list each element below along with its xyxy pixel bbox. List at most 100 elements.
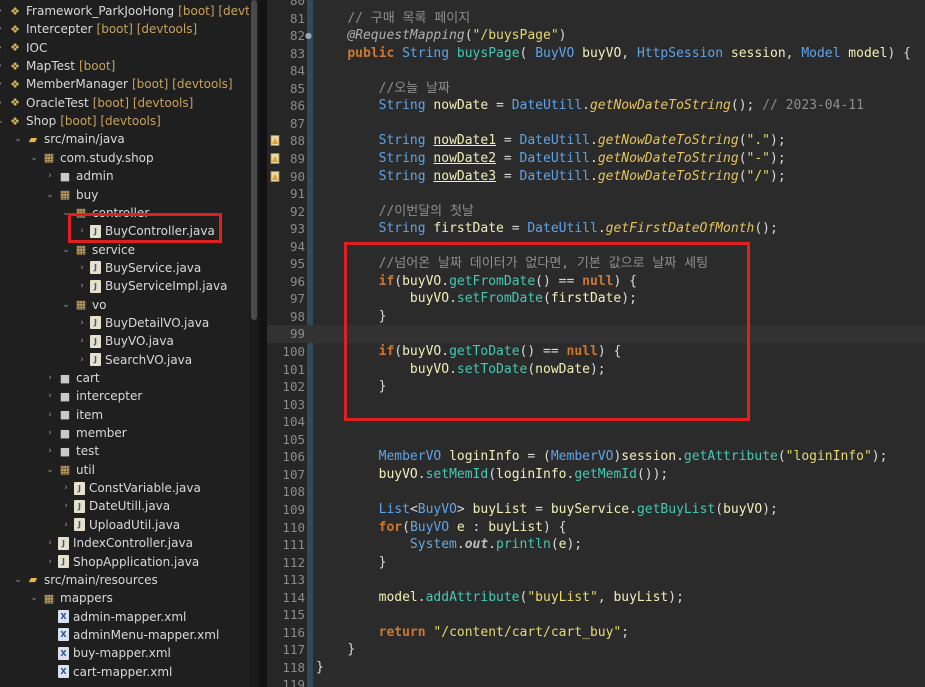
- code-line[interactable]: 108: [267, 483, 925, 501]
- code-line[interactable]: 88 String nowDate1 = DateUtill.getNowDat…: [267, 132, 925, 150]
- chevron-down-icon[interactable]: ⌄: [44, 190, 56, 200]
- warning-lightbulb-icon[interactable]: [270, 170, 281, 183]
- tree-item-mappers[interactable]: ⌄ ▦ mappers: [28, 589, 113, 607]
- code-line[interactable]: 80: [267, 0, 925, 10]
- code-line[interactable]: 84: [267, 62, 925, 80]
- tree-item-buydetailvo-java[interactable]: › J BuyDetailVO.java: [76, 314, 209, 332]
- chevron-right-icon[interactable]: ›: [0, 61, 6, 71]
- code-editor[interactable]: 80 81 // 구매 목록 페이지 82 ● @RequestMapping("/b…: [267, 0, 925, 687]
- chevron-right-icon[interactable]: ›: [76, 355, 88, 365]
- chevron-right-icon[interactable]: ›: [44, 391, 56, 401]
- tree-item-buyservice-java[interactable]: › J BuyService.java: [76, 259, 201, 277]
- tree-item-admin[interactable]: › ■ admin: [44, 167, 113, 185]
- panel-divider[interactable]: [259, 0, 267, 687]
- tree-item-shop[interactable]: ⌄ ❖ Shop[boot] [devtools]: [0, 112, 161, 130]
- chevron-right-icon[interactable]: ›: [0, 98, 6, 108]
- code-line[interactable]: 87: [267, 115, 925, 133]
- chevron-right-icon[interactable]: ›: [60, 501, 72, 511]
- chevron-down-icon[interactable]: ⌄: [60, 300, 72, 310]
- chevron-down-icon[interactable]: ⌄: [60, 245, 72, 255]
- chevron-right-icon[interactable]: ›: [44, 410, 56, 420]
- chevron-down-icon[interactable]: ⌄: [0, 116, 6, 126]
- code-line[interactable]: 86 String nowDate = DateUtill.getNowDate…: [267, 97, 925, 115]
- code-line[interactable]: 103: [267, 396, 925, 414]
- code-line[interactable]: 92 //이번달의 첫날: [267, 203, 925, 221]
- code-line[interactable]: 100 if(buyVO.getToDate() == null) {: [267, 343, 925, 361]
- code-line[interactable]: 98 }: [267, 308, 925, 326]
- chevron-down-icon[interactable]: ⌄: [12, 575, 24, 585]
- code-line[interactable]: 102 }: [267, 378, 925, 396]
- code-line[interactable]: 114 model.addAttribute("buyList", buyLis…: [267, 589, 925, 607]
- chevron-right-icon[interactable]: ›: [60, 483, 72, 493]
- tree-item-test[interactable]: › ■ test: [44, 442, 99, 460]
- chevron-right-icon[interactable]: ›: [0, 43, 6, 53]
- tree-item-com-study-shop[interactable]: ⌄ ▦ com.study.shop: [28, 149, 153, 167]
- chevron-right-icon[interactable]: ›: [44, 171, 56, 181]
- tree-item-service[interactable]: ⌄ ▦ service: [60, 241, 135, 259]
- code-line[interactable]: 119: [267, 676, 925, 687]
- tree-item-member[interactable]: › ■ member: [44, 424, 127, 442]
- tree-item-cart[interactable]: › ■ cart: [44, 369, 99, 387]
- chevron-right-icon[interactable]: ›: [0, 79, 6, 89]
- code-line[interactable]: 111 System.out.println(e);: [267, 536, 925, 554]
- project-explorer-scrollbar[interactable]: [249, 0, 259, 687]
- code-line[interactable]: 105: [267, 431, 925, 449]
- code-line[interactable]: 110 for(BuyVO e : buyList) {: [267, 519, 925, 537]
- tree-item-framework-parkjoohong[interactable]: › ❖ Framework_ParkJooHong[boot] [devtools]: [0, 2, 249, 20]
- tree-item-buycontroller-java[interactable]: › J BuyController.java: [76, 222, 215, 240]
- scrollbar-thumb[interactable]: [251, 0, 257, 320]
- code-line[interactable]: 116 return "/content/cart/cart_buy";: [267, 624, 925, 642]
- tree-item-src-main-java[interactable]: ⌄ ▰ src/main/java: [12, 130, 125, 148]
- chevron-right-icon[interactable]: ›: [0, 24, 6, 34]
- tree-item-item[interactable]: › ■ item: [44, 406, 103, 424]
- code-line[interactable]: 81 // 구매 목록 페이지: [267, 10, 925, 28]
- chevron-right-icon[interactable]: ›: [76, 318, 88, 328]
- chevron-right-icon[interactable]: ›: [44, 538, 56, 548]
- code-line[interactable]: 101 buyVO.setToDate(nowDate);: [267, 361, 925, 379]
- code-line[interactable]: 83 public String buysPage( BuyVO buyVO, …: [267, 45, 925, 63]
- code-line[interactable]: 97 buyVO.setFromDate(firstDate);: [267, 290, 925, 308]
- tree-item-vo[interactable]: ⌄ ▦ vo: [60, 296, 106, 314]
- tree-item-constvariable-java[interactable]: › J ConstVariable.java: [60, 479, 201, 497]
- tree-item-intercepter[interactable]: › ■ intercepter: [44, 387, 142, 405]
- code-line[interactable]: 107 buyVO.setMemId(loginInfo.getMemId())…: [267, 466, 925, 484]
- tree-item-buy-mapper-xml[interactable]: Xbuy-mapper.xml: [44, 644, 171, 662]
- warning-lightbulb-icon[interactable]: [270, 135, 281, 147]
- code-line[interactable]: 94: [267, 238, 925, 256]
- tree-item-indexcontroller-java[interactable]: › J IndexController.java: [44, 534, 193, 552]
- code-line[interactable]: 89 String nowDate2 = DateUtill.getNowDat…: [267, 150, 925, 168]
- chevron-down-icon[interactable]: ⌄: [28, 593, 40, 603]
- chevron-right-icon[interactable]: ›: [44, 446, 56, 456]
- chevron-right-icon[interactable]: ›: [44, 373, 56, 383]
- chevron-right-icon[interactable]: ›: [44, 428, 56, 438]
- tree-item-util[interactable]: ⌄ ▦ util: [44, 461, 95, 479]
- chevron-right-icon[interactable]: ›: [60, 520, 72, 530]
- tree-item-intercepter[interactable]: › ❖ Intercepter[boot] [devtools]: [0, 20, 197, 38]
- tree-item-buyserviceimpl-java[interactable]: › J BuyServiceImpl.java: [76, 277, 227, 295]
- tree-item-admin-mapper-xml[interactable]: Xadmin-mapper.xml: [44, 608, 186, 626]
- chevron-right-icon[interactable]: ›: [76, 263, 88, 273]
- chevron-down-icon[interactable]: ⌄: [28, 153, 40, 163]
- tree-item-membermanager[interactable]: › ❖ MemberManager[boot] [devtools]: [0, 75, 233, 93]
- chevron-right-icon[interactable]: ›: [76, 281, 88, 291]
- code-line[interactable]: 117 }: [267, 641, 925, 659]
- code-line[interactable]: 95 //넘어온 날짜 데이터가 없다면, 기본 값으로 날짜 세팅: [267, 255, 925, 273]
- chevron-right-icon[interactable]: ›: [0, 6, 6, 16]
- chevron-down-icon[interactable]: ⌄: [60, 208, 72, 218]
- code-line[interactable]: 90 String nowDate3 = DateUtill.getNowDat…: [267, 168, 925, 186]
- code-line[interactable]: 99: [267, 325, 925, 344]
- tree-item-uploadutil-java[interactable]: › J UploadUtil.java: [60, 516, 180, 534]
- chevron-down-icon[interactable]: ⌄: [44, 465, 56, 475]
- tree-item-src-main-resources[interactable]: ⌄ ▰ src/main/resources: [12, 571, 158, 589]
- tree-item-controller[interactable]: ⌄ ▦ controller: [60, 204, 149, 222]
- tree-item-adminmenu-mapper-xml[interactable]: XadminMenu-mapper.xml: [44, 626, 219, 644]
- code-line[interactable]: 115: [267, 606, 925, 624]
- code-line[interactable]: 96 if(buyVO.getFromDate() == null) {: [267, 273, 925, 291]
- tree-item-cart-mapper-xml[interactable]: Xcart-mapper.xml: [44, 663, 172, 681]
- chevron-down-icon[interactable]: ⌄: [12, 134, 24, 144]
- code-line[interactable]: 118}: [267, 659, 925, 677]
- tree-item-buy[interactable]: ⌄ ▦ buy: [44, 186, 98, 204]
- tree-item-maptest[interactable]: › ❖ MapTest[boot]: [0, 57, 115, 75]
- chevron-right-icon[interactable]: ›: [76, 336, 88, 346]
- code-line[interactable]: 106 MemberVO loginInfo = (MemberVO)sessi…: [267, 448, 925, 466]
